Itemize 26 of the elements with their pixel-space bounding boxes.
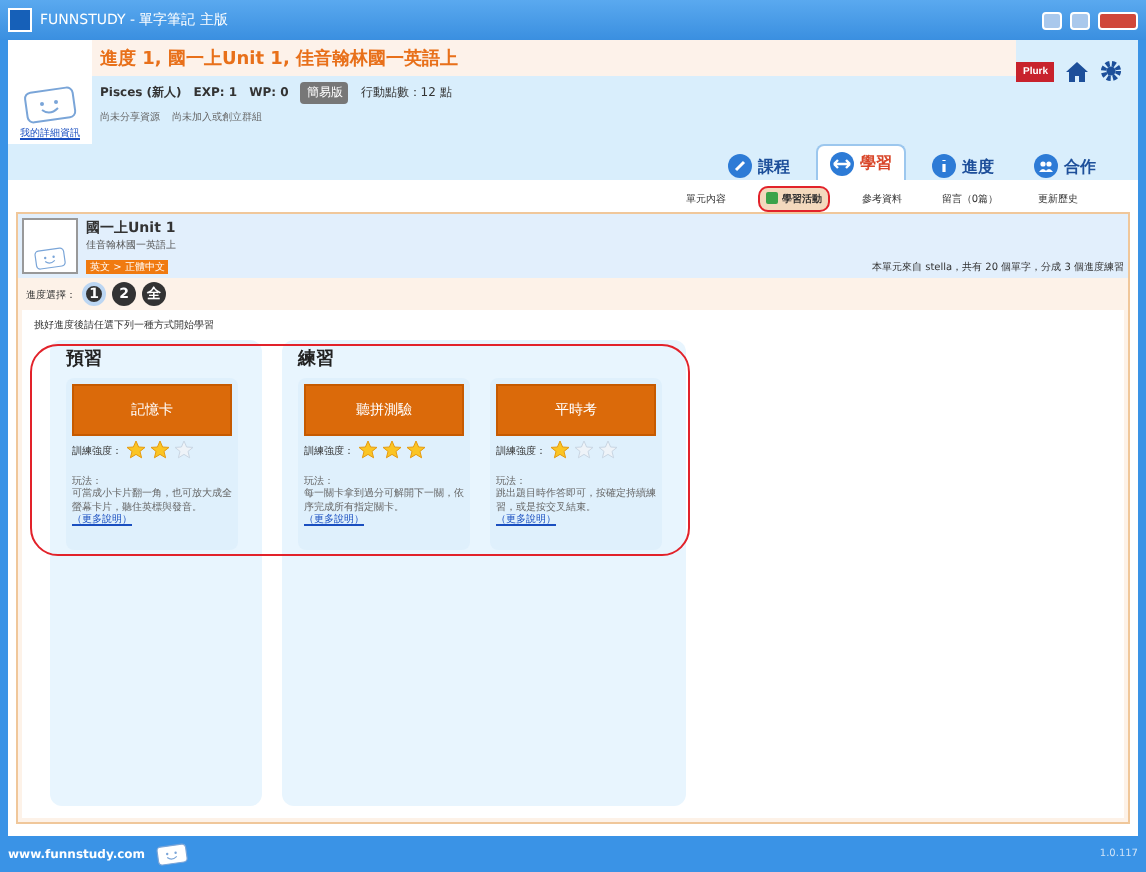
star-icon <box>598 440 618 460</box>
logo-icon <box>153 841 190 867</box>
app-icon <box>8 8 32 32</box>
nav-tab[interactable]: 進度 <box>918 150 1008 180</box>
star-icon <box>150 440 170 460</box>
star-icon <box>550 440 570 460</box>
double-arrow-icon <box>830 151 854 175</box>
star-icon <box>574 440 594 460</box>
star-icon <box>406 440 426 460</box>
minimize-button[interactable] <box>1042 11 1062 29</box>
maximize-button[interactable] <box>1070 11 1090 29</box>
home-icon[interactable] <box>1066 61 1088 81</box>
star-icon <box>174 440 194 460</box>
panel-title: 預習 <box>66 347 104 372</box>
settings-icon[interactable] <box>1100 60 1122 82</box>
activity-icon <box>765 192 778 204</box>
star-icon <box>126 440 146 460</box>
avatar-icon <box>20 84 80 126</box>
nav-tab[interactable]: 課程 <box>714 150 804 180</box>
headline: 進度 1, 國一上Unit 1, 佳音翰林國一英語上 <box>92 40 1017 76</box>
star-icon <box>382 440 402 460</box>
panel-title: 練習 <box>298 347 336 372</box>
nav-tab[interactable]: 合作 <box>1020 150 1110 180</box>
close-button[interactable] <box>1098 11 1138 29</box>
star-icon <box>358 440 378 460</box>
nav-tab[interactable]: 學習 <box>816 144 906 180</box>
